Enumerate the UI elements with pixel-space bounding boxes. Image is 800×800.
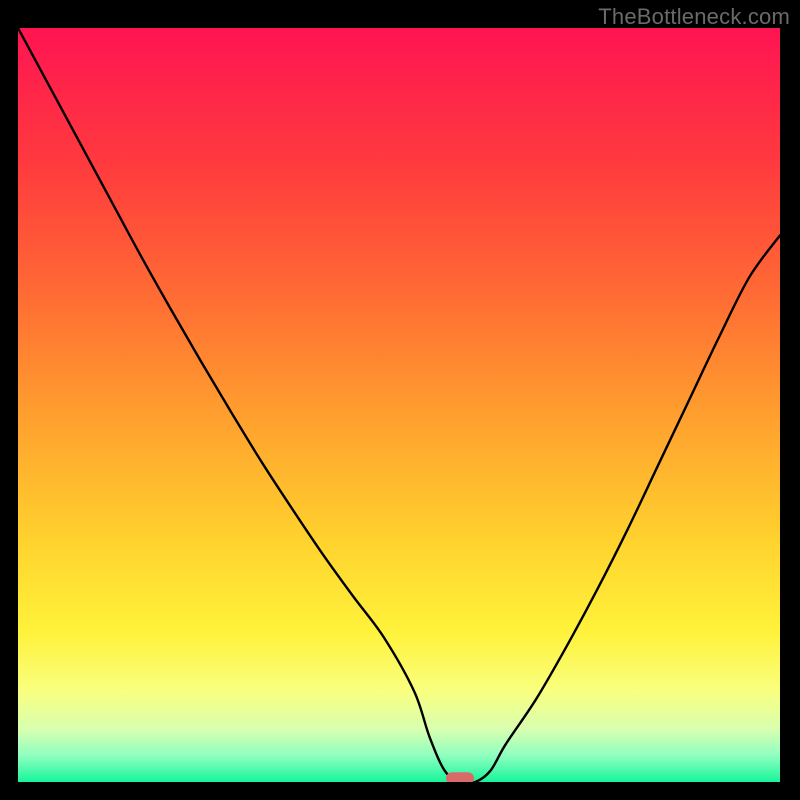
watermark-text: TheBottleneck.com xyxy=(598,4,790,30)
plot-background xyxy=(18,28,780,782)
bottleneck-chart xyxy=(18,28,780,782)
optimum-marker xyxy=(446,772,474,782)
chart-frame: TheBottleneck.com xyxy=(0,0,800,800)
